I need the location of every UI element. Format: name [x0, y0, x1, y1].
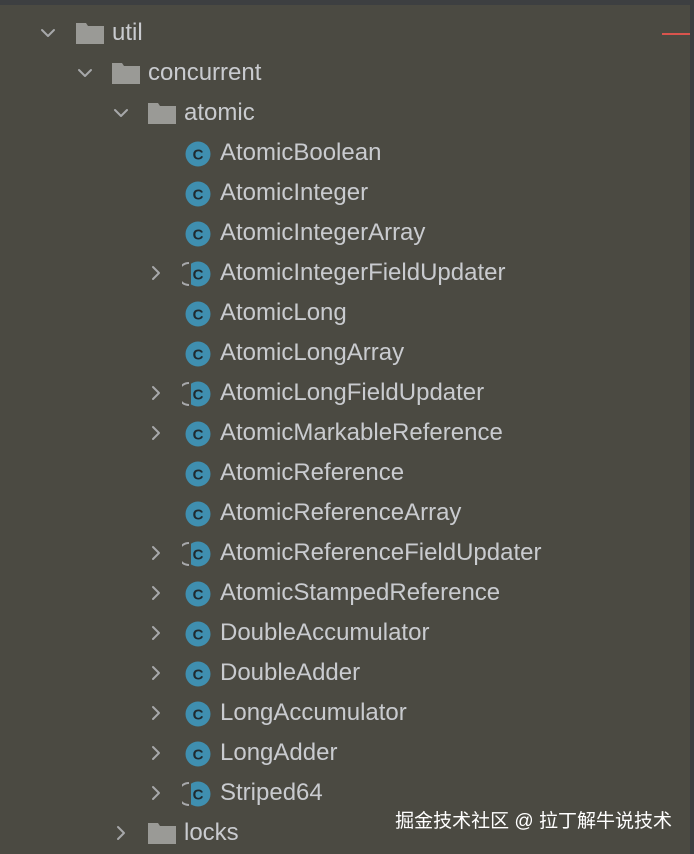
- tree-node-class[interactable]: C LongAdder: [0, 733, 694, 773]
- folder-icon: [148, 102, 176, 124]
- chevron-right-icon[interactable]: [148, 785, 164, 801]
- tree-node-label: AtomicLongFieldUpdater: [220, 379, 485, 406]
- tree-node-label: util: [112, 19, 143, 46]
- chevron-right-icon[interactable]: [113, 825, 129, 841]
- tree-node-label: LongAccumulator: [220, 699, 407, 726]
- tree-node-class[interactable]: C DoubleAccumulator: [0, 613, 694, 653]
- svg-text:C: C: [193, 187, 204, 204]
- tree-node-class[interactable]: C AtomicReference: [0, 453, 694, 493]
- tree-node-class[interactable]: C Striped64: [0, 773, 694, 813]
- svg-text:C: C: [193, 227, 204, 244]
- abstract-class-icon: C: [177, 261, 212, 287]
- svg-text:C: C: [193, 507, 204, 524]
- class-icon: C: [182, 341, 212, 367]
- class-icon: C: [182, 461, 212, 487]
- tree-node-atomic[interactable]: atomic: [0, 93, 694, 133]
- svg-text:C: C: [193, 547, 204, 564]
- tree-node-util[interactable]: util: [0, 13, 694, 53]
- svg-text:C: C: [193, 467, 204, 484]
- class-icon: C: [182, 621, 212, 647]
- tree-node-class[interactable]: C DoubleAdder: [0, 653, 694, 693]
- abstract-class-icon: C: [177, 781, 212, 807]
- tree-node-class[interactable]: C AtomicLongArray: [0, 333, 694, 373]
- tree-node-class[interactable]: C AtomicBoolean: [0, 133, 694, 173]
- tree-node-class[interactable]: C AtomicLong: [0, 293, 694, 333]
- chevron-right-icon[interactable]: [148, 745, 164, 761]
- tree-node-label: AtomicIntegerFieldUpdater: [220, 259, 506, 286]
- svg-text:C: C: [193, 267, 204, 284]
- tree-node-label: DoubleAccumulator: [220, 619, 430, 646]
- tree-node-label: concurrent: [148, 59, 262, 86]
- tree-node-class[interactable]: C AtomicMarkableReference: [0, 413, 694, 453]
- chevron-right-icon[interactable]: [148, 705, 164, 721]
- tree-node-label: AtomicReference: [220, 459, 405, 486]
- class-icon: C: [182, 501, 212, 527]
- chevron-right-icon[interactable]: [148, 625, 164, 641]
- tree-node-label: locks: [184, 819, 239, 846]
- class-icon: C: [182, 141, 212, 167]
- svg-text:C: C: [193, 347, 204, 364]
- class-icon: C: [182, 181, 212, 207]
- tree-node-label: Striped64: [220, 779, 323, 806]
- class-icon: C: [182, 741, 212, 767]
- tree-node-class[interactable]: C AtomicReferenceFieldUpdater: [0, 533, 694, 573]
- class-icon: C: [182, 421, 212, 447]
- svg-text:C: C: [193, 387, 204, 404]
- tree-node-label: AtomicMarkableReference: [220, 419, 503, 446]
- tree-node-label: AtomicReferenceArray: [220, 499, 462, 526]
- tree-node-class[interactable]: C AtomicLongFieldUpdater: [0, 373, 694, 413]
- folder-icon: [148, 822, 176, 844]
- chevron-right-icon[interactable]: [148, 545, 164, 561]
- tree-node-label: atomic: [184, 99, 255, 126]
- abstract-class-icon: C: [177, 381, 212, 407]
- class-icon: C: [182, 661, 212, 687]
- chevron-right-icon[interactable]: [148, 385, 164, 401]
- svg-text:C: C: [193, 147, 204, 164]
- tree-node-label: AtomicInteger: [220, 179, 369, 206]
- chevron-right-icon[interactable]: [148, 585, 164, 601]
- folder-icon: [76, 22, 104, 44]
- class-icon: C: [182, 301, 212, 327]
- tree-node-label: AtomicReferenceFieldUpdater: [220, 539, 542, 566]
- tree-node-label: AtomicBoolean: [220, 139, 382, 166]
- tree-node-label: AtomicIntegerArray: [220, 219, 426, 246]
- tree-node-class[interactable]: C LongAccumulator: [0, 693, 694, 733]
- chevron-right-icon[interactable]: [148, 665, 164, 681]
- chevron-down-icon[interactable]: [77, 65, 93, 81]
- svg-text:C: C: [193, 667, 204, 684]
- class-icon: C: [182, 701, 212, 727]
- tree-node-label: LongAdder: [220, 739, 338, 766]
- abstract-class-icon: C: [177, 541, 212, 567]
- class-icon: C: [182, 221, 212, 247]
- tree-node-label: DoubleAdder: [220, 659, 361, 686]
- project-tree: util concurrent atomic C AtomicBoolean C…: [0, 13, 694, 853]
- chevron-right-icon[interactable]: [148, 425, 164, 441]
- tree-node-class[interactable]: C AtomicIntegerArray: [0, 213, 694, 253]
- class-icon: C: [182, 581, 212, 607]
- chevron-right-icon[interactable]: [148, 265, 164, 281]
- svg-text:C: C: [193, 707, 204, 724]
- tree-node-label: AtomicStampedReference: [220, 579, 501, 606]
- svg-text:C: C: [193, 787, 204, 804]
- tree-node-label: AtomicLong: [220, 299, 347, 326]
- watermark-text: 掘金技术社区 @ 拉丁解牛说技术: [395, 811, 672, 832]
- tree-node-label: AtomicLongArray: [220, 339, 405, 366]
- svg-text:C: C: [193, 427, 204, 444]
- tree-node-class[interactable]: C AtomicInteger: [0, 173, 694, 213]
- tree-node-class[interactable]: C AtomicIntegerFieldUpdater: [0, 253, 694, 293]
- svg-text:C: C: [193, 307, 204, 324]
- svg-text:C: C: [193, 627, 204, 644]
- window-top-strip: [0, 0, 694, 5]
- tree-node-concurrent[interactable]: concurrent: [0, 53, 694, 93]
- chevron-down-icon[interactable]: [113, 105, 129, 121]
- folder-icon: [112, 62, 140, 84]
- tree-node-class[interactable]: C AtomicStampedReference: [0, 573, 694, 613]
- chevron-down-icon[interactable]: [40, 25, 56, 41]
- svg-text:C: C: [193, 747, 204, 764]
- svg-text:C: C: [193, 587, 204, 604]
- tree-node-class[interactable]: C AtomicReferenceArray: [0, 493, 694, 533]
